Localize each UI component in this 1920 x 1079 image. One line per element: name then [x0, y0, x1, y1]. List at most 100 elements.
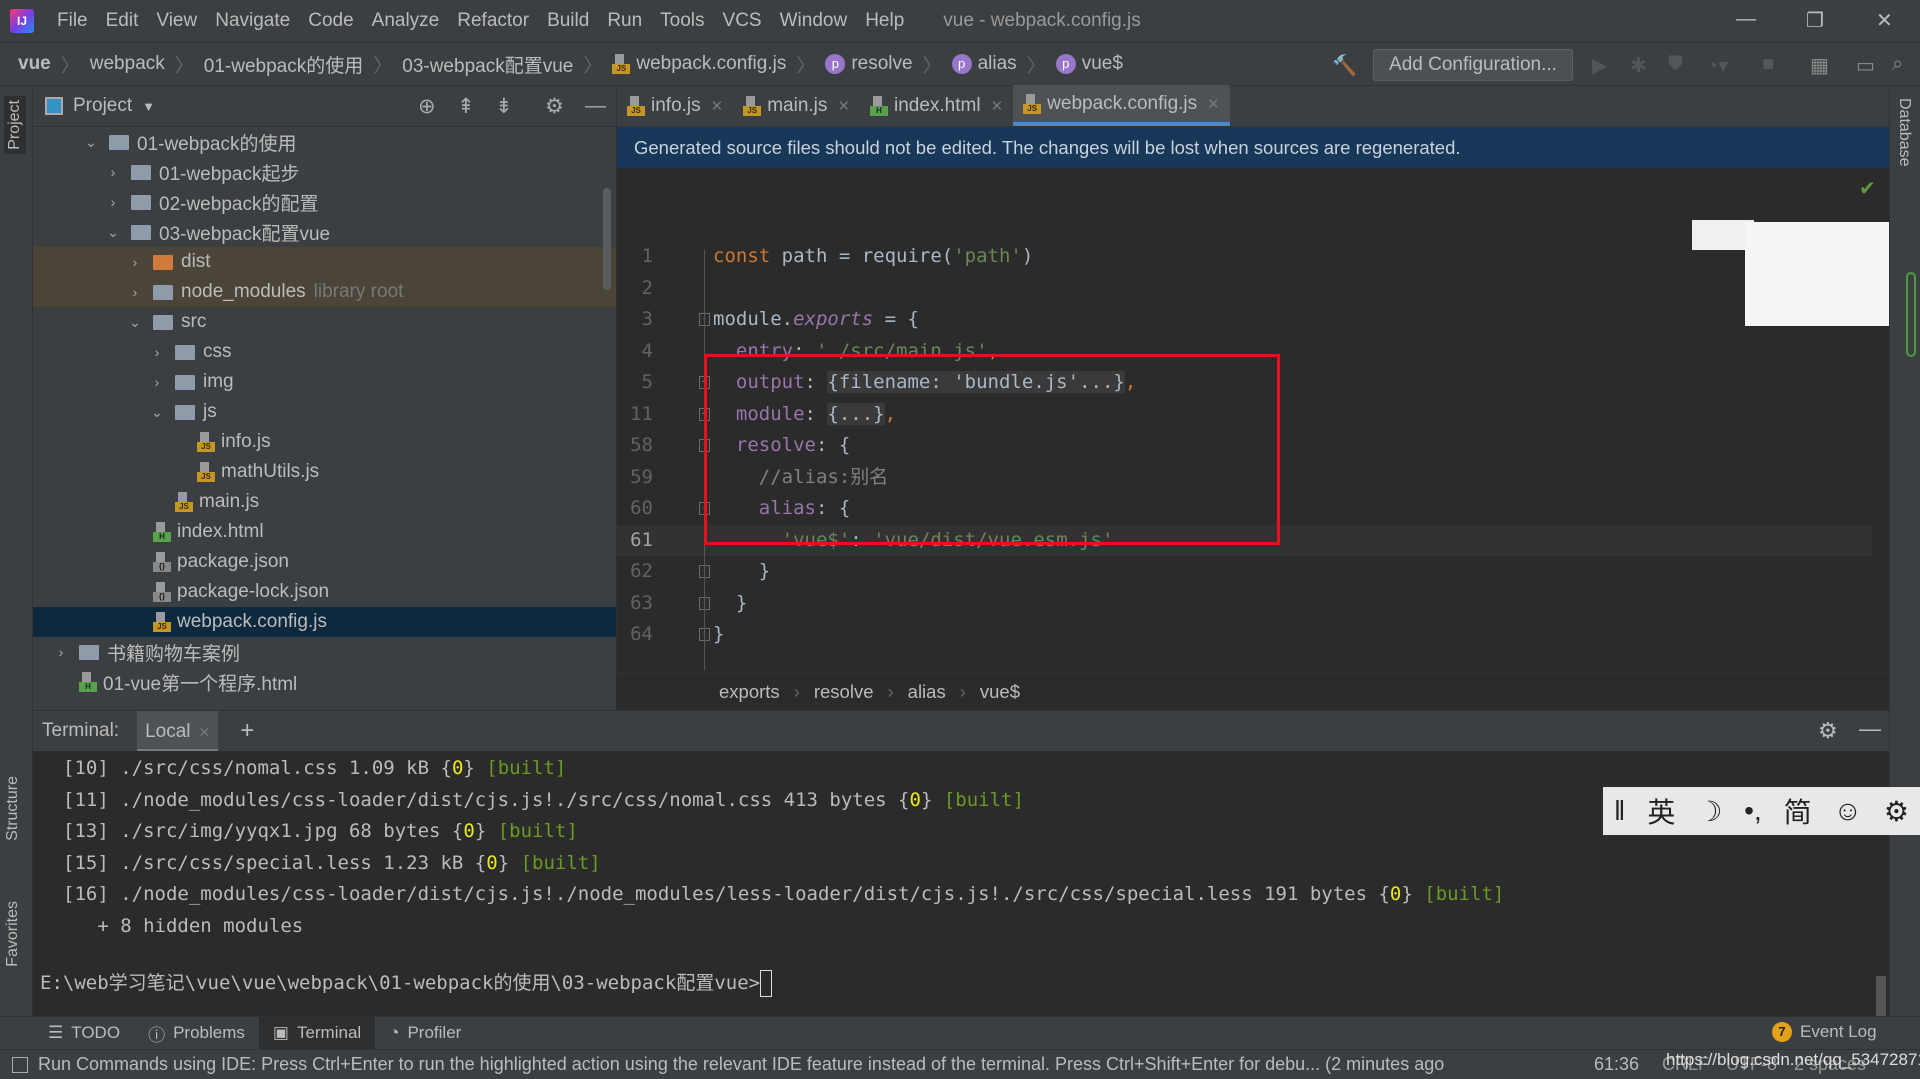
status-message[interactable]: Run Commands using IDE: Press Ctrl+Enter…: [38, 1054, 1558, 1075]
chevron-down-icon[interactable]: ▼: [142, 99, 155, 114]
profile-icon[interactable]: ◔▾: [1706, 53, 1728, 78]
breadcrumb-item[interactable]: vue$: [980, 681, 1020, 703]
close-icon[interactable]: ✕: [837, 97, 850, 115]
tool-tab-project[interactable]: Project: [4, 96, 26, 154]
breadcrumb-item[interactable]: 〉 webpack.config.js: [573, 51, 786, 78]
tree-item[interactable]: ⌄ 03-webpack配置vue: [33, 217, 616, 247]
caret-position[interactable]: 61:36: [1594, 1054, 1639, 1075]
menu-build[interactable]: Build: [538, 10, 598, 32]
tool-tab-structure[interactable]: Structure: [4, 776, 22, 841]
ime-grip[interactable]: ‖: [1614, 795, 1626, 827]
tree-item[interactable]: package.json: [33, 547, 616, 577]
tree-item[interactable]: index.html: [33, 517, 616, 547]
menu-run[interactable]: Run: [598, 10, 651, 32]
tree-item[interactable]: ⌄ js: [33, 397, 616, 427]
tree-item[interactable]: › 02-webpack的配置: [33, 187, 616, 217]
expand-all-icon[interactable]: ⇞: [457, 94, 475, 119]
minimize-icon[interactable]: —: [1736, 8, 1756, 31]
breadcrumb-item[interactable]: 〉 p vue$: [1017, 51, 1123, 78]
tree-item[interactable]: main.js: [33, 487, 616, 517]
tree-item[interactable]: › 书籍购物车案例: [33, 637, 616, 667]
chevron-right-icon[interactable]: ›: [105, 194, 121, 210]
ime-button[interactable]: ⚙: [1884, 795, 1909, 828]
menu-vcs[interactable]: VCS: [714, 10, 771, 32]
breadcrumb-item[interactable]: 〉 01-webpack的使用: [165, 51, 363, 78]
breadcrumb-item[interactable]: exports: [719, 681, 780, 703]
hide-icon[interactable]: —: [585, 94, 606, 118]
chevron-down-icon[interactable]: ⌄: [149, 404, 165, 421]
menu-help[interactable]: Help: [856, 10, 913, 32]
chevron-down-icon[interactable]: ⌄: [83, 134, 99, 151]
chevron-right-icon[interactable]: ›: [149, 344, 165, 360]
tool-tab-database[interactable]: Database: [1895, 98, 1913, 167]
bottom-tab-terminal[interactable]: ▣ Terminal: [258, 1016, 376, 1050]
tree-item[interactable]: › img: [33, 367, 616, 397]
project-view-selector[interactable]: Project: [73, 95, 132, 117]
restore-icon[interactable]: ❐: [1806, 8, 1824, 33]
menu-analyze[interactable]: Analyze: [363, 10, 449, 32]
tree-item[interactable]: › 01-webpack起步: [33, 157, 616, 187]
debug-icon[interactable]: ✱: [1630, 53, 1647, 78]
terminal-prompt[interactable]: E:\web学习笔记\vue\vue\webpack\01-webpack的使用…: [40, 968, 773, 1000]
add-configuration-button[interactable]: Add Configuration...: [1373, 49, 1573, 81]
tab-index-html[interactable]: index.html ✕: [860, 85, 1013, 126]
collapse-all-icon[interactable]: ⇟: [495, 94, 513, 119]
tree-item[interactable]: webpack.config.js: [33, 607, 616, 637]
coverage-icon[interactable]: ⛊: [1668, 53, 1683, 76]
menu-file[interactable]: File: [48, 10, 97, 32]
breadcrumb-item[interactable]: vue: [18, 51, 51, 78]
stop-icon[interactable]: ■: [1762, 53, 1774, 76]
tree-item[interactable]: › dist: [33, 247, 616, 277]
tab-info-js[interactable]: info.js ✕: [617, 85, 733, 126]
ime-button[interactable]: •,: [1744, 795, 1762, 827]
tree-item[interactable]: info.js: [33, 427, 616, 457]
tree-item[interactable]: › node_modules library root: [33, 277, 616, 307]
close-icon[interactable]: ✕: [711, 97, 724, 115]
gear-icon[interactable]: ⚙: [1818, 718, 1838, 744]
breadcrumb-item[interactable]: 〉 p resolve: [786, 51, 912, 78]
gear-icon[interactable]: ⚙: [545, 94, 564, 119]
chevron-down-icon[interactable]: ⌄: [127, 314, 143, 331]
tree-item[interactable]: package-lock.json: [33, 577, 616, 607]
chevron-down-icon[interactable]: ⌄: [105, 224, 121, 241]
menu-refactor[interactable]: Refactor: [448, 10, 538, 32]
event-log-button[interactable]: 7 Event Log: [1772, 1022, 1877, 1042]
tree-item[interactable]: 01-vue第一个程序.html: [33, 667, 616, 697]
search-icon[interactable]: ⌕: [1892, 53, 1903, 76]
window-icon[interactable]: ▭: [1856, 53, 1875, 78]
tree-item[interactable]: ⌄ src: [33, 307, 616, 337]
tree-item[interactable]: › css: [33, 337, 616, 367]
menu-window[interactable]: Window: [771, 10, 857, 32]
menu-code[interactable]: Code: [299, 10, 362, 32]
ime-button[interactable]: ☽: [1697, 795, 1722, 828]
ime-button[interactable]: 英: [1647, 791, 1675, 831]
add-terminal-icon[interactable]: +: [240, 717, 254, 745]
close-icon[interactable]: ✕: [1876, 8, 1893, 33]
editor-scrollbar[interactable]: [1906, 272, 1916, 357]
chevron-right-icon[interactable]: ›: [127, 284, 143, 300]
hide-icon[interactable]: —: [1859, 716, 1881, 742]
terminal-scrollbar[interactable]: [1876, 976, 1886, 1016]
breadcrumb-item[interactable]: resolve: [814, 681, 874, 703]
tool-tab-favorites[interactable]: Favorites: [4, 901, 22, 967]
toggle-tool-windows-icon[interactable]: [12, 1056, 28, 1073]
breadcrumb-item[interactable]: alias: [908, 681, 946, 703]
close-icon[interactable]: ✕: [991, 97, 1004, 115]
chevron-right-icon[interactable]: ›: [127, 254, 143, 270]
chevron-right-icon[interactable]: ›: [53, 644, 69, 660]
close-icon[interactable]: ✕: [199, 724, 211, 740]
breadcrumb-item[interactable]: 〉 03-webpack配置vue: [363, 51, 573, 78]
ime-button[interactable]: 简: [1784, 791, 1812, 831]
run-icon[interactable]: ▶: [1592, 53, 1607, 78]
breadcrumb-item[interactable]: 〉 p alias: [913, 51, 1017, 78]
project-structure-icon[interactable]: ▦: [1810, 53, 1829, 78]
breadcrumb-item[interactable]: 〉 webpack: [51, 51, 165, 78]
menu-view[interactable]: View: [147, 10, 206, 32]
bottom-tab-todo[interactable]: ☰ TODO: [34, 1017, 134, 1050]
chevron-right-icon[interactable]: ›: [105, 164, 121, 180]
tree-item[interactable]: ⌄ 01-webpack的使用: [33, 127, 616, 157]
tab-webpack-config-js[interactable]: webpack.config.js ✕: [1013, 85, 1230, 126]
terminal-tab-local[interactable]: Local ✕: [137, 710, 219, 752]
chevron-right-icon[interactable]: ›: [149, 374, 165, 390]
build-hammer-icon[interactable]: 🔨: [1332, 53, 1357, 78]
